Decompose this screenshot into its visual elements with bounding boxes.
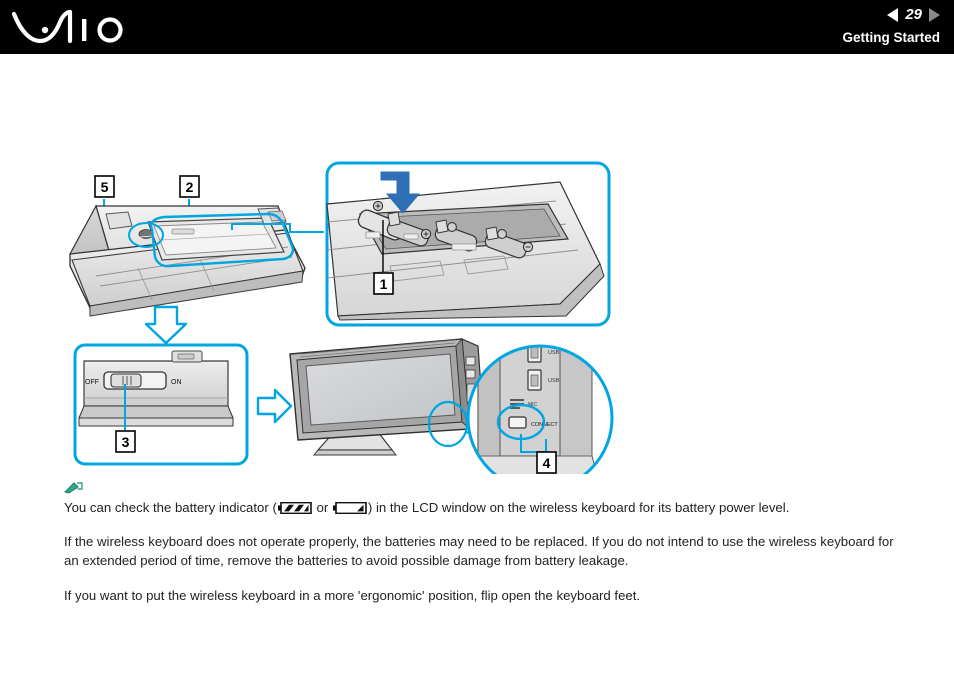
section-title: Getting Started: [842, 30, 940, 45]
svg-text:USB: USB: [548, 350, 560, 356]
left-arrow-icon[interactable]: [887, 8, 899, 22]
down-arrow-icon: [144, 305, 188, 345]
detail-box-power-switch: OFF ON 3: [73, 343, 249, 466]
svg-text:USB: USB: [548, 378, 560, 384]
callout-3-label: 3: [122, 434, 130, 450]
lcd-computer-illustration: [289, 337, 485, 456]
switch-label-off: OFF: [85, 379, 99, 386]
note-text-before: You can check the battery indicator (: [64, 500, 277, 515]
callout-1-label: 1: [380, 276, 388, 292]
battery-compartment-illustration: [326, 181, 605, 321]
page-header: 29 Getting Started: [0, 0, 954, 54]
paragraph-ergonomic: If you want to put the wireless keyboard…: [64, 588, 641, 603]
detail-box-battery-compartment: 1: [325, 161, 611, 327]
vaio-logo: [11, 8, 132, 46]
battery-low-icon: [332, 500, 367, 519]
note-pencil-icon: [64, 480, 904, 496]
battery-full-icon: [277, 500, 312, 519]
figure-wireless-keyboard-battery-setup: 5 2 1 OFF ON 3 USB USB MIC CONNECT 4: [0, 54, 954, 474]
callout-5-label: 5: [101, 179, 109, 195]
callout-2-label: 2: [186, 179, 194, 195]
page-content: You can check the battery indicator ( or…: [64, 480, 904, 605]
connect-button[interactable]: [508, 416, 527, 429]
right-arrow-icon[interactable]: [929, 8, 940, 22]
right-arrow-icon: [256, 388, 293, 424]
paragraph-batteries: If the wireless keyboard does not operat…: [64, 534, 894, 568]
page-number: 29: [905, 6, 922, 23]
note-paragraph: You can check the battery indicator ( or…: [64, 498, 904, 519]
switch-label-on: ON: [171, 379, 182, 386]
note-text-after: ) in the LCD window on the wireless keyb…: [367, 500, 790, 515]
header-navigation: 29 Getting Started: [810, 5, 940, 51]
note-text-or: or: [312, 500, 332, 515]
power-switch[interactable]: [103, 371, 167, 390]
callout-4-label: 4: [543, 455, 551, 471]
